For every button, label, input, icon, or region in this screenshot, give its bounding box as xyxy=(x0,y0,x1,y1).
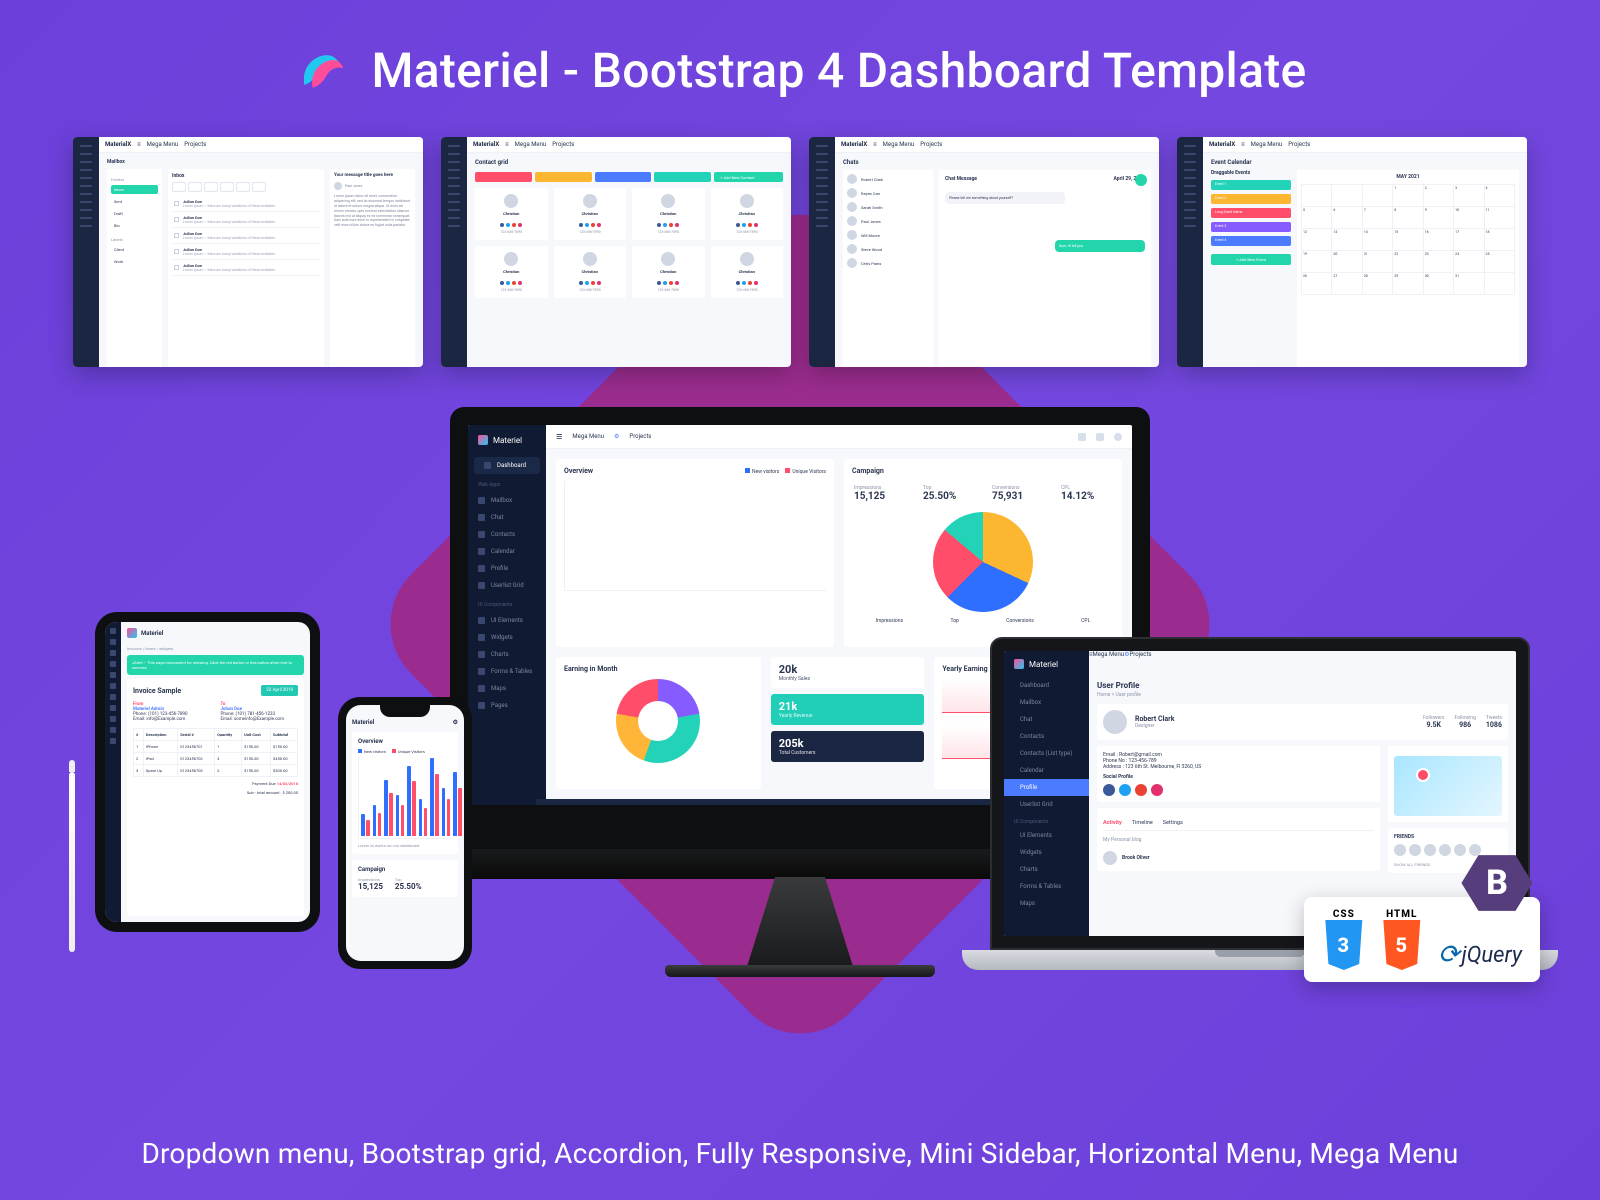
search-icon xyxy=(1078,433,1086,441)
avatar-icon xyxy=(1114,433,1122,441)
device-iphone: Materiel ⚙ Overview New visitors Unique … xyxy=(338,697,472,969)
thumbnail-row: MaterialX≡Mega MenuProjects Mailbox Fold… xyxy=(0,137,1600,367)
map xyxy=(1394,756,1502,816)
pie-chart xyxy=(933,512,1033,612)
jquery-badge: jQuery xyxy=(1438,940,1522,970)
device-ipad: Materiel Invoices / home / widgets JAler… xyxy=(95,612,320,932)
thumb-calendar: MaterialX≡Mega MenuProjects Event Calend… xyxy=(1177,137,1527,367)
brand-label: MaterialX xyxy=(105,141,131,148)
sidebar: Materiel Dashboard Web Apps MailboxChatC… xyxy=(468,425,546,805)
avatar xyxy=(1103,710,1127,734)
topbar: ≡ Mega Menu ⚙Projects xyxy=(546,425,1132,449)
thumb-contacts: MaterialX≡Mega MenuProjects Contact grid… xyxy=(441,137,791,367)
thumb-mailbox: MaterialX≡Mega MenuProjects Mailbox Fold… xyxy=(73,137,423,367)
page-header: Materiel - Bootstrap 4 Dashboard Templat… xyxy=(0,0,1600,99)
footer-features: Dropdown menu, Bootstrap grid, Accordion… xyxy=(0,1137,1600,1170)
chat-action-icon xyxy=(1135,174,1147,186)
panel-overview: Overview New visitorsUnique Visitors xyxy=(556,459,834,647)
logo-icon xyxy=(293,43,349,99)
thumb-chat: MaterialX≡Mega MenuProjects Chats Robert… xyxy=(809,137,1159,367)
bell-icon xyxy=(1096,433,1104,441)
add-contact-button: + Add New Contact xyxy=(714,172,783,182)
menu-icon: ≡ xyxy=(556,430,562,443)
add-event-button: + Add New Event xyxy=(1211,254,1291,265)
donut-chart xyxy=(616,679,700,763)
panel-campaign: Campaign Impressions15,125Top25.50%Conve… xyxy=(844,459,1122,647)
page-title: Materiel - Bootstrap 4 Dashboard Templat… xyxy=(371,42,1306,99)
apple-pencil-icon xyxy=(69,772,75,952)
